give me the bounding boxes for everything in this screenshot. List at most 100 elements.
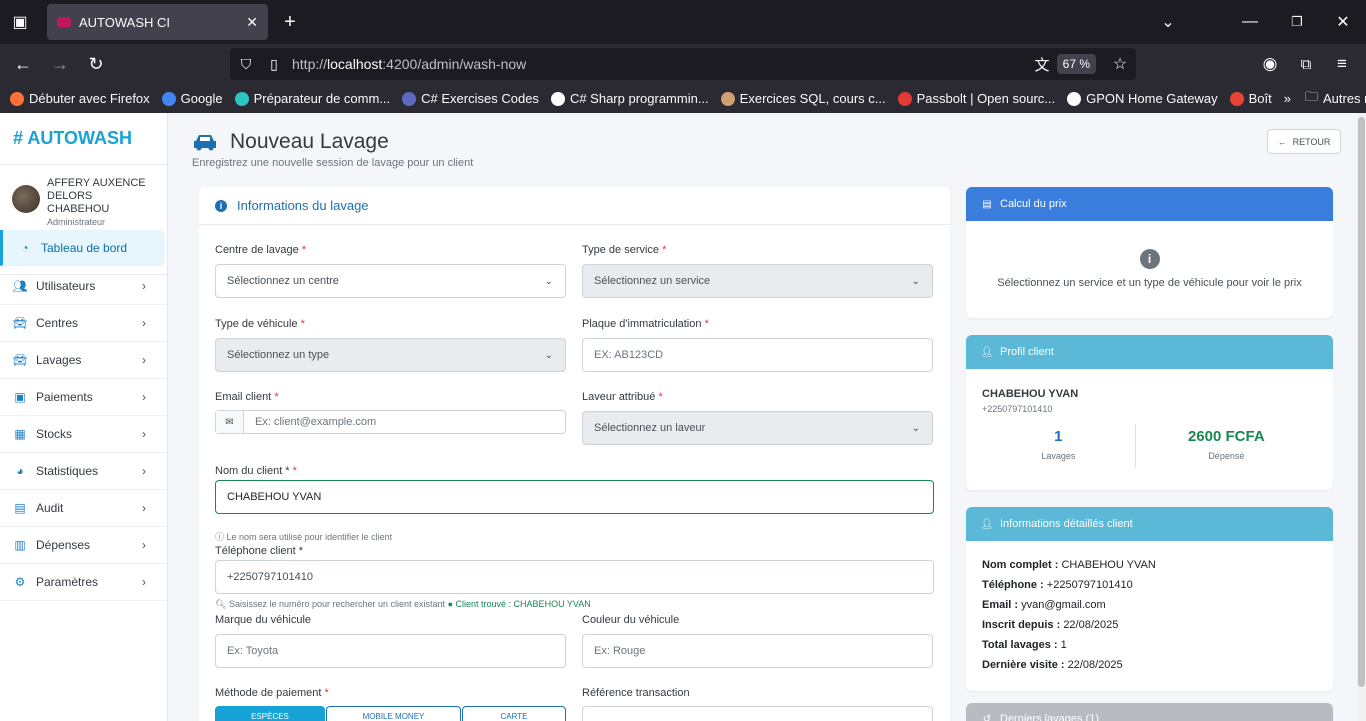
centre-label: Centre de lavage * (215, 244, 306, 256)
page-scrollbar[interactable] (1357, 113, 1366, 721)
boxes-icon: ▦ (14, 427, 26, 441)
zoom-level[interactable]: 67 % (1056, 54, 1096, 74)
money-icon: ▣ (14, 390, 26, 404)
sidebar-item-parametres[interactable]: ⚙ Paramètres › (0, 564, 168, 601)
menu-icon[interactable]: ≡ (1330, 52, 1354, 76)
scrollbar-thumb[interactable] (1358, 117, 1365, 687)
chevron-right-icon: › (142, 390, 146, 404)
sidebar-item-statistiques[interactable]: ◕ Statistiques › (0, 453, 168, 490)
chart-pie-icon: ◕ (16, 464, 24, 478)
sidebar-item-audit[interactable]: ▤ Audit › (0, 490, 168, 527)
chevron-down-icon: ⌄ (544, 275, 553, 287)
detail-label: Téléphone : (982, 579, 1044, 591)
url-bar[interactable]: ⛉ ▯ http://localhost:4200/admin/wash-now… (230, 48, 1136, 80)
restore-icon[interactable]: ❐ (1285, 10, 1309, 34)
sidebar-item-utilisateurs[interactable]: 👥︎ Utilisateurs › (0, 268, 168, 305)
browser-tab[interactable]: AUTOWASH CI ✕ (47, 4, 268, 40)
vehicle-type-select[interactable]: Sélectionnez un type ⌄ (215, 338, 566, 372)
star-icon[interactable]: ☆ (1108, 52, 1132, 76)
phone-input[interactable]: +2250797101410 (215, 560, 934, 594)
shield-icon[interactable]: ⛉ (234, 52, 258, 76)
service-label-text: Type de service (582, 244, 660, 256)
close-window-icon[interactable]: ✕ (1331, 10, 1355, 34)
washer-label-text: Laveur attribué (582, 391, 656, 403)
washes-stat: 1 Lavages (982, 428, 1135, 468)
reload-icon[interactable]: ↻ (84, 52, 108, 76)
bookmark-item[interactable]: C# Exercises Codes (402, 91, 539, 106)
bookmark-item[interactable]: Débuter avec Firefox (10, 91, 150, 106)
color-input[interactable]: Ex: Rouge (582, 634, 933, 668)
payment-cash-button[interactable]: ESPÈCES (215, 706, 325, 721)
translate-icon[interactable]: 文 (1030, 52, 1054, 76)
email-field[interactable]: ✉ Ex: client@example.com (215, 410, 566, 434)
email-label: Email client * (215, 391, 279, 403)
sidebar-item-stocks[interactable]: ▦ Stocks › (0, 416, 168, 453)
sidebar-item-lavages[interactable]: 🚘︎ Lavages › (0, 342, 168, 379)
back-arrow-icon[interactable]: ← (11, 52, 35, 76)
detail-label: Nom complet : (982, 559, 1059, 571)
bookmark-item[interactable]: GPON Home Gateway (1067, 91, 1218, 106)
detail-row: Nom complet : CHABEHOU YVAN (982, 555, 1317, 575)
washer-select[interactable]: Sélectionnez un laveur ⌄ (582, 411, 933, 445)
profile-name: CHABEHOU YVAN (982, 388, 1079, 400)
details-card-header: 👤︎ Informations détaillés client (966, 507, 1333, 541)
brand-input[interactable]: Ex: Toyota (215, 634, 566, 668)
sidebar-item-tableau-de-bord[interactable]: ◔ Tableau de bord (0, 230, 165, 266)
reference-input[interactable] (582, 706, 933, 721)
client-name-hint: ⓘ Le nom sera utilisé pour identifier le… (215, 530, 392, 543)
bookmark-item[interactable]: Google (161, 91, 223, 106)
chevron-down-icon[interactable]: ⌄ (1156, 10, 1180, 34)
tab-list-icon[interactable]: ▣ (8, 10, 32, 34)
bookmark-item[interactable]: C# Sharp programmin... (550, 91, 709, 106)
back-button[interactable]: ← RETOUR (1267, 129, 1341, 154)
brand-logo[interactable]: # AUTOWASH (0, 113, 167, 165)
payment-card-button[interactable]: CARTE (462, 706, 566, 721)
plate-input[interactable]: EX: AB123CD (582, 338, 933, 372)
required-mark: * (704, 318, 709, 330)
profile-body: CHABEHOU YVAN +2250797101410 1 Lavages 2… (966, 369, 1333, 468)
more-bookmarks-icon[interactable]: » (1284, 91, 1291, 106)
sidebar-item-paiements[interactable]: ▣ Paiements › (0, 379, 168, 416)
client-name-label: Nom du client * * (215, 465, 297, 477)
required-mark: * (292, 465, 297, 477)
centre-value: Sélectionnez un centre (227, 275, 339, 287)
vehicle-value: Sélectionnez un type (227, 349, 330, 361)
tab-title: AUTOWASH CI (79, 14, 171, 30)
payment-mobile-money-button[interactable]: MOBILE MONEY (326, 706, 461, 721)
chevron-down-icon: ⌄ (911, 275, 920, 287)
minimize-icon[interactable]: — (1238, 10, 1262, 34)
service-select[interactable]: Sélectionnez un service ⌄ (582, 264, 933, 298)
payment-mobile-label: MOBILE MONEY (362, 711, 425, 721)
payment-label: Méthode de paiement * (215, 687, 329, 699)
bookmark-favicon-icon (402, 91, 417, 106)
page-header: Nouveau Lavage (192, 130, 389, 154)
new-tab-icon[interactable]: + (278, 10, 302, 34)
color-label: Couleur du véhicule (582, 614, 680, 626)
centre-select[interactable]: Sélectionnez un centre ⌄ (215, 264, 566, 298)
sidebar-item-depenses[interactable]: ▥ Dépenses › (0, 527, 168, 564)
bookmark-item[interactable]: Exercices SQL, cours c... (720, 91, 886, 106)
sidebar-item-label: Dépenses (36, 538, 91, 552)
detail-row: Inscrit depuis : 22/08/2025 (982, 615, 1317, 635)
forward-arrow-icon[interactable]: → (48, 52, 72, 76)
other-bookmarks[interactable]: 🗀 Autres marque-pages (1305, 88, 1366, 110)
page-icon[interactable]: ▯ (262, 52, 286, 76)
account-icon[interactable]: ◉ (1258, 52, 1282, 76)
chevron-right-icon: › (142, 501, 146, 515)
close-tab-icon[interactable]: ✕ (246, 14, 258, 31)
sidebar-item-centres[interactable]: 🚘︎ Centres › (0, 305, 168, 342)
extensions-icon[interactable]: ⧉ (1294, 52, 1318, 76)
bookmark-favicon-icon (550, 91, 565, 106)
bookmark-item[interactable]: Passbolt | Open sourc... (897, 91, 1055, 106)
bookmark-item[interactable]: Boît (1229, 91, 1272, 106)
check-circle-icon: ● (447, 599, 454, 609)
required-mark: * (658, 391, 663, 403)
client-name-input[interactable]: CHABEHOU YVAN (215, 480, 934, 514)
plate-placeholder: EX: AB123CD (594, 349, 664, 361)
bookmark-favicon-icon (234, 91, 249, 106)
bookmark-item[interactable]: Préparateur de comm... (234, 91, 390, 106)
service-value: Sélectionnez un service (594, 275, 711, 287)
clipboard-check-icon: ▤ (14, 501, 26, 515)
client-name-hint-text: Le nom sera utilisé pour identifier le c… (226, 532, 393, 542)
detail-row: Téléphone : +2250797101410 (982, 575, 1317, 595)
